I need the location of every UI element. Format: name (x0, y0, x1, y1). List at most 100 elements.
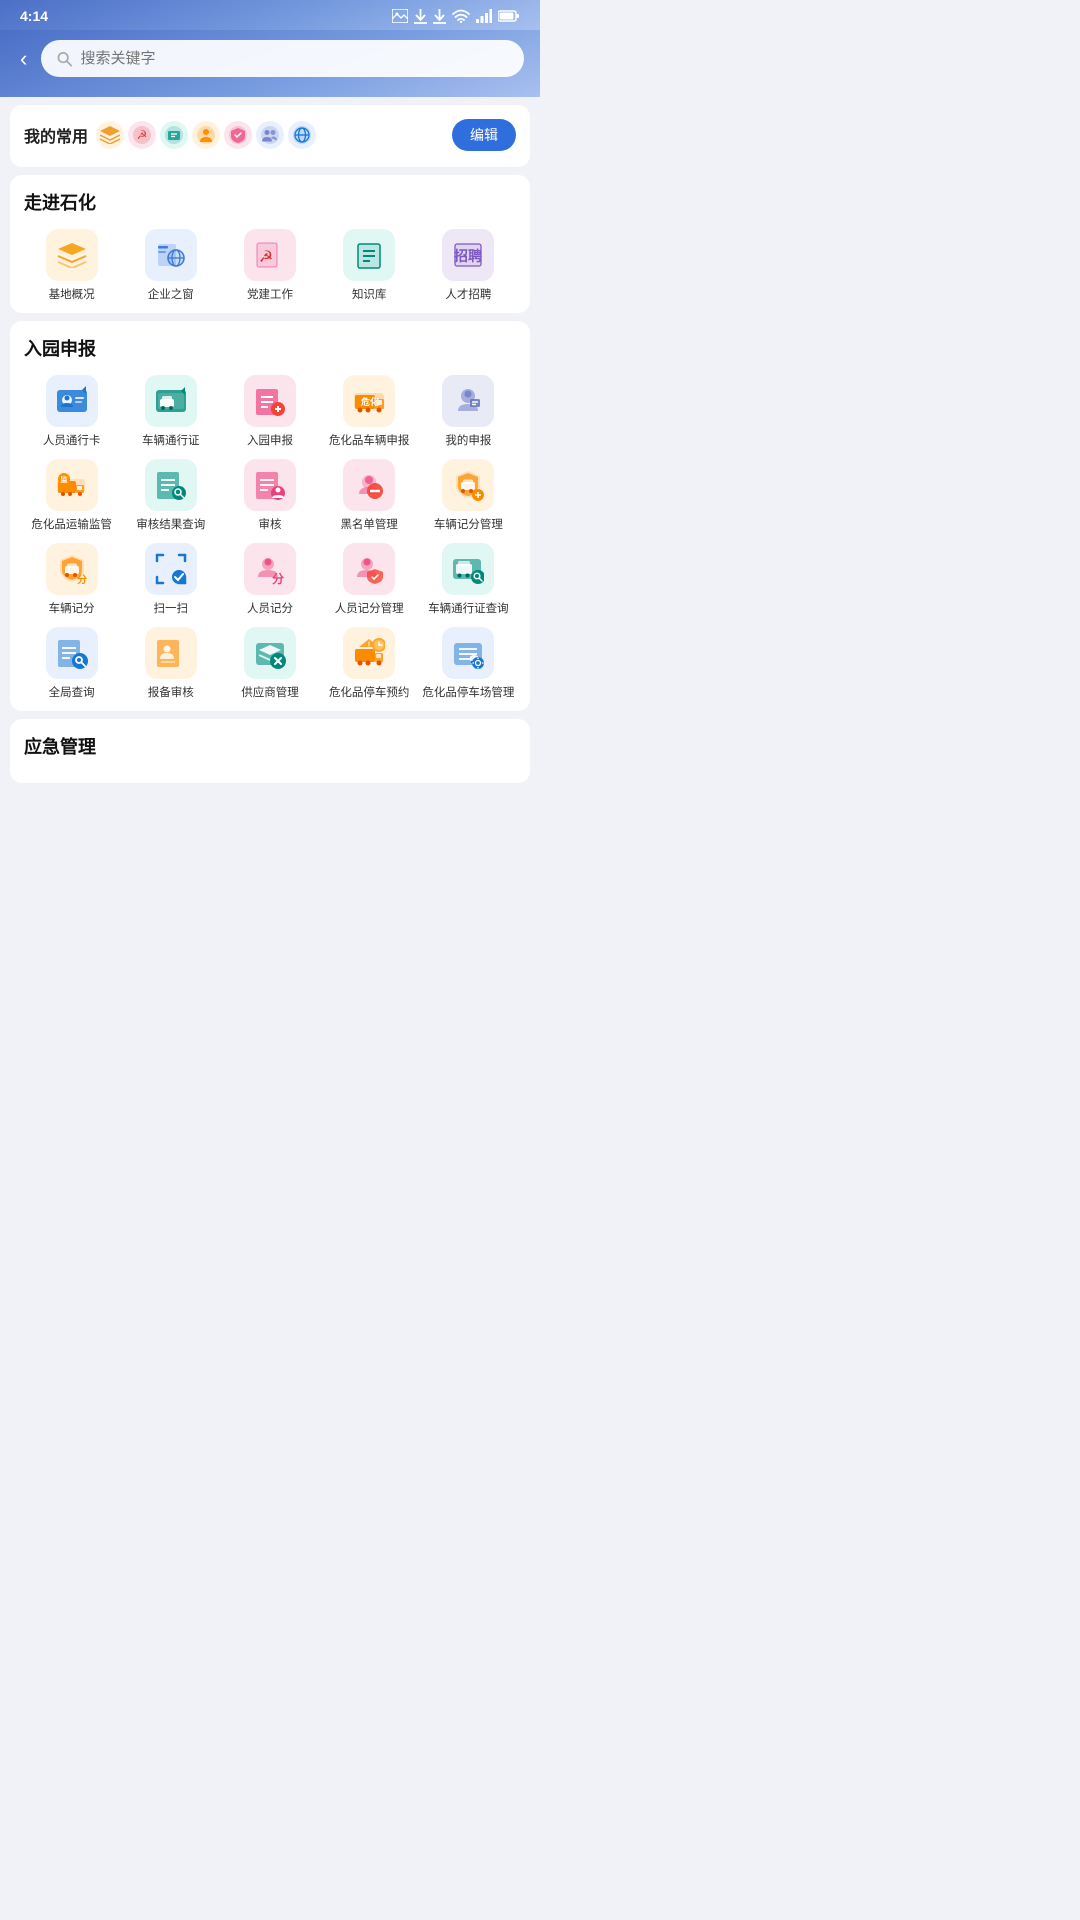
search-box[interactable] (41, 40, 524, 77)
svg-text:☭: ☭ (259, 249, 273, 266)
globe-icon-box (145, 229, 197, 281)
svg-text:☭: ☭ (137, 128, 148, 142)
car-score-icon: 分 (46, 543, 98, 595)
grid-item-baobeishenhe[interactable]: 报备审核 (123, 627, 218, 701)
car-score-mgmt-icon (442, 459, 494, 511)
edit-button[interactable]: 编辑 (452, 119, 516, 151)
status-icons (392, 9, 520, 24)
common-icon-message[interactable] (160, 121, 188, 149)
grid-item-weihuapintingchechangguanli[interactable]: 危化品停车场管理 (421, 627, 516, 701)
svg-text:监: 监 (60, 475, 67, 484)
my-report-icon (442, 375, 494, 427)
grid-item-cheliangtongxingzheng[interactable]: 车辆通行证 (123, 375, 218, 449)
grid-label-heimingdan: 黑名单管理 (340, 517, 398, 533)
emergency-title: 应急管理 (24, 733, 516, 759)
entry-report-title: 入园申报 (24, 335, 516, 361)
hazard-parking-icon: ! (343, 627, 395, 679)
person-card-icon (46, 375, 98, 427)
transport-monitor-icon: 监 (46, 459, 98, 511)
grid-item-saoyisao[interactable]: 扫一扫 (123, 543, 218, 617)
grid-item-quanjuchaxun[interactable]: 全局查询 (24, 627, 119, 701)
common-icon-layers[interactable] (96, 121, 124, 149)
grid-label-cheliangjif: 车辆记分 (49, 601, 95, 617)
recruit-icon-box: 招聘 (442, 229, 494, 281)
grid-label-quanjuchaxun: 全局查询 (49, 685, 95, 701)
grid-label-cheliangjifenguanli: 车辆记分管理 (434, 517, 503, 533)
grid-item-shenhejieguochaxun[interactable]: 审核结果查询 (123, 459, 218, 533)
walk-into-title: 走进石化 (24, 189, 516, 215)
common-icon-person[interactable] (192, 121, 220, 149)
walk-into-section: 走进石化 基地概况 (10, 175, 530, 313)
grid-item-renyuanjif[interactable]: 分 人员记分 (222, 543, 317, 617)
grid-label-weihuapinchenliang: 危化品车辆申报 (329, 433, 410, 449)
svg-text:分: 分 (77, 573, 87, 585)
grid-item-dangjian[interactable]: ☭ 党建工作 (222, 229, 317, 303)
image-icon (392, 9, 408, 23)
entry-report-grid: 人员通行卡 车辆通行证 (24, 375, 516, 701)
common-icon-globe[interactable] (288, 121, 316, 149)
grid-item-qiyezhichuang[interactable]: 企业之窗 (123, 229, 218, 303)
party-icon-box: ☭ (244, 229, 296, 281)
layers-icon-box (46, 229, 98, 281)
status-bar: 4:14 (0, 0, 540, 30)
global-query-icon (46, 627, 98, 679)
grid-item-weihuapintingcheyuyue[interactable]: ! 危化品停车预约 (322, 627, 417, 701)
grid-item-cheliangtongxingzhengchaxun[interactable]: 车辆通行证查询 (421, 543, 516, 617)
common-icon-people[interactable] (256, 121, 284, 149)
grid-item-rencaizhaopian[interactable]: 招聘 人才招聘 (421, 229, 516, 303)
grid-label-dangjian: 党建工作 (247, 287, 293, 303)
person-score-icon: 分 (244, 543, 296, 595)
grid-label-weihuapintingchechangguanli: 危化品停车场管理 (422, 685, 514, 701)
grid-item-jidgaikuang[interactable]: 基地概况 (24, 229, 119, 303)
grid-label-renyuanjifenguanli: 人员记分管理 (335, 601, 404, 617)
my-common-header: 我的常用 ☭ (24, 119, 516, 151)
grid-label-ruyuanshenbao: 入园申报 (247, 433, 293, 449)
grid-item-renyuanjifenguanli[interactable]: 人员记分管理 (322, 543, 417, 617)
search-icon (57, 51, 72, 67)
blacklist-icon (343, 459, 395, 511)
audit-icon (244, 459, 296, 511)
grid-label-cheliangtongxingzheng: 车辆通行证 (142, 433, 200, 449)
grid-item-heimingdan[interactable]: 黑名单管理 (322, 459, 417, 533)
car-pass-icon (145, 375, 197, 427)
grid-label-rencaizhaopian: 人才招聘 (445, 287, 491, 303)
search-area: ‹ (0, 30, 540, 97)
status-time: 4:14 (20, 8, 48, 24)
grid-label-gongyingshang: 供应商管理 (241, 685, 299, 701)
common-icon-shield[interactable] (224, 121, 252, 149)
entry-report-section: 入园申报 人员通行卡 (10, 321, 530, 711)
signal-icon (476, 9, 492, 23)
book-icon-box (343, 229, 395, 281)
grid-label-renyuantongxingka: 人员通行卡 (43, 433, 101, 449)
my-common-title: 我的常用 (24, 123, 88, 147)
grid-item-shenhe[interactable]: 审核 (222, 459, 317, 533)
svg-text:招聘: 招聘 (454, 248, 482, 264)
grid-label-shenhejieguochaxun: 审核结果查询 (136, 517, 205, 533)
grid-label-cheliangtongxingzhengchaxun: 车辆通行证查询 (428, 601, 509, 617)
grid-label-zhishiku: 知识库 (352, 287, 387, 303)
grid-item-renyuantongxingka[interactable]: 人员通行卡 (24, 375, 119, 449)
search-input[interactable] (81, 50, 509, 67)
svg-text:危化: 危化 (360, 396, 379, 407)
emergency-section: 应急管理 (10, 719, 530, 783)
back-button[interactable]: ‹ (16, 42, 31, 76)
grid-label-shenhe: 审核 (258, 517, 281, 533)
grid-label-wodeshenbao: 我的申报 (445, 433, 491, 449)
grid-item-wodeshenbao[interactable]: 我的申报 (421, 375, 516, 449)
svg-text:!: ! (368, 642, 370, 649)
grid-item-gongyingshang[interactable]: 供应商管理 (222, 627, 317, 701)
common-icon-party[interactable]: ☭ (128, 121, 156, 149)
grid-label-qiyezhichuang: 企业之窗 (148, 287, 194, 303)
grid-item-weihuapinyunshu[interactable]: 监 危化品运输监管 (24, 459, 119, 533)
grid-item-cheliangjif[interactable]: 分 车辆记分 (24, 543, 119, 617)
grid-item-weihuapinchenliang[interactable]: 危化 危化品车辆申报 (322, 375, 417, 449)
scan-icon (145, 543, 197, 595)
grid-item-ruyuanshenbao[interactable]: 入园申报 (222, 375, 317, 449)
main-content: 我的常用 ☭ (0, 105, 540, 811)
grid-label-jidgaikuang: 基地概况 (49, 287, 95, 303)
my-common-left: 我的常用 ☭ (24, 121, 316, 149)
grid-item-cheliangjifenguanli[interactable]: 车辆记分管理 (421, 459, 516, 533)
download-icon (414, 9, 427, 24)
hazard-car-icon: 危化 (343, 375, 395, 427)
grid-item-zhishiku[interactable]: 知识库 (322, 229, 417, 303)
